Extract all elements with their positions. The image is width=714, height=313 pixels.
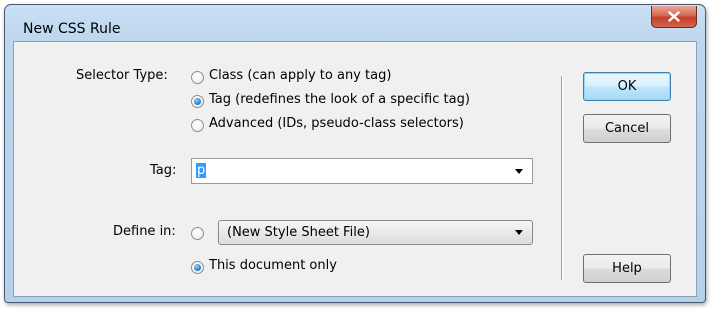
dialog-body: Selector Type: Class (can apply to any t… [13, 41, 697, 297]
cancel-button[interactable]: Cancel [583, 114, 671, 143]
define-in-label: Define in: [113, 224, 176, 239]
dialog-title: New CSS Rule [23, 21, 121, 37]
new-file-radio[interactable] [191, 227, 204, 240]
close-button[interactable] [651, 6, 697, 28]
tag-option-label[interactable]: Tag (redefines the look of a specific ta… [209, 92, 470, 107]
tag-label: Tag: [150, 163, 177, 178]
chevron-down-icon[interactable] [515, 169, 523, 174]
stylesheet-select-value: (New Style Sheet File) [227, 225, 370, 240]
tag-combobox[interactable]: p [191, 158, 533, 184]
advanced-option-label[interactable]: Advanced (IDs, pseudo-class selectors) [209, 116, 464, 131]
class-option-label[interactable]: Class (can apply to any tag) [209, 68, 391, 83]
this-document-radio[interactable] [191, 261, 204, 274]
help-button[interactable]: Help [583, 254, 671, 283]
advanced-radio[interactable] [191, 119, 204, 132]
ok-button[interactable]: OK [583, 72, 671, 101]
tag-radio[interactable] [191, 95, 204, 108]
selector-type-label: Selector Type: [76, 68, 168, 83]
stylesheet-select[interactable]: (New Style Sheet File) [218, 220, 533, 245]
close-icon [668, 11, 680, 22]
dialog-window: New CSS Rule Selector Type: Class (can a… [4, 4, 706, 303]
this-document-label[interactable]: This document only [209, 258, 337, 273]
chevron-down-icon[interactable] [515, 230, 523, 235]
tag-input-value[interactable]: p [196, 163, 207, 178]
vertical-divider [561, 76, 562, 280]
class-radio[interactable] [191, 71, 204, 84]
